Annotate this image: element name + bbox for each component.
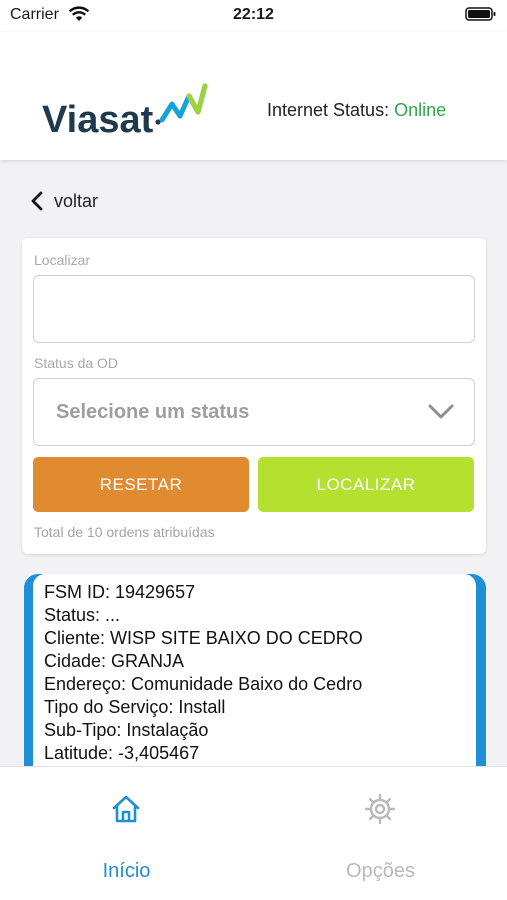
status-select[interactable]: Selecione um status xyxy=(33,378,475,446)
order-card[interactable]: FSM ID: 19429657 Status: ... Cliente: WI… xyxy=(24,574,486,774)
order-service-type: Tipo do Serviço: Install xyxy=(44,697,226,717)
search-button[interactable]: LOCALIZAR xyxy=(258,457,474,512)
order-city: Cidade: GRANJA xyxy=(44,651,185,671)
back-button[interactable]: voltar xyxy=(30,189,98,213)
status-bar: Carrier 22:12 xyxy=(0,0,507,32)
chevron-down-icon xyxy=(428,404,454,419)
reset-button[interactable]: RESETAR xyxy=(33,457,249,512)
tab-bar: Início Opções xyxy=(0,766,507,900)
viasat-logo: Viasat xyxy=(42,83,208,134)
gear-icon xyxy=(364,793,396,825)
orders-total: Total de 10 ordens atribuídas xyxy=(34,524,215,540)
clock: 22:12 xyxy=(233,6,274,23)
logo-text: Viasat xyxy=(42,99,154,134)
tab-home[interactable]: Início xyxy=(0,767,253,900)
order-address: Endereço: Comunidade Baixo do Cedro xyxy=(44,674,363,694)
tab-options[interactable]: Opções xyxy=(254,767,507,900)
order-latitude: Latitude: -3,405467 xyxy=(44,743,200,763)
internet-status-label: Internet Status: xyxy=(267,100,390,120)
order-subtype: Sub-Tipo: Instalação xyxy=(44,720,209,740)
internet-status: Internet Status: Online xyxy=(267,100,446,121)
search-label: Localizar xyxy=(34,252,91,268)
tab-home-label: Início xyxy=(102,860,151,882)
status-label: Status da OD xyxy=(34,355,119,371)
order-client: Cliente: WISP SITE BAIXO DO CEDRO xyxy=(44,628,363,648)
battery-icon xyxy=(465,7,496,21)
back-label: voltar xyxy=(54,190,99,211)
tab-options-label: Opções xyxy=(346,860,415,882)
search-input[interactable] xyxy=(33,275,475,343)
chevron-left-icon xyxy=(31,191,43,211)
home-icon xyxy=(112,795,140,823)
order-fsm-id: FSM ID: 19429657 xyxy=(44,582,196,602)
order-card-body: FSM ID: 19429657 Status: ... Cliente: WI… xyxy=(33,574,476,774)
status-select-value: Selecione um status xyxy=(56,401,250,423)
internet-status-value: Online xyxy=(394,100,447,120)
filter-card: Localizar Status da OD Selecione um stat… xyxy=(22,238,486,554)
order-status: Status: ... xyxy=(44,605,121,625)
